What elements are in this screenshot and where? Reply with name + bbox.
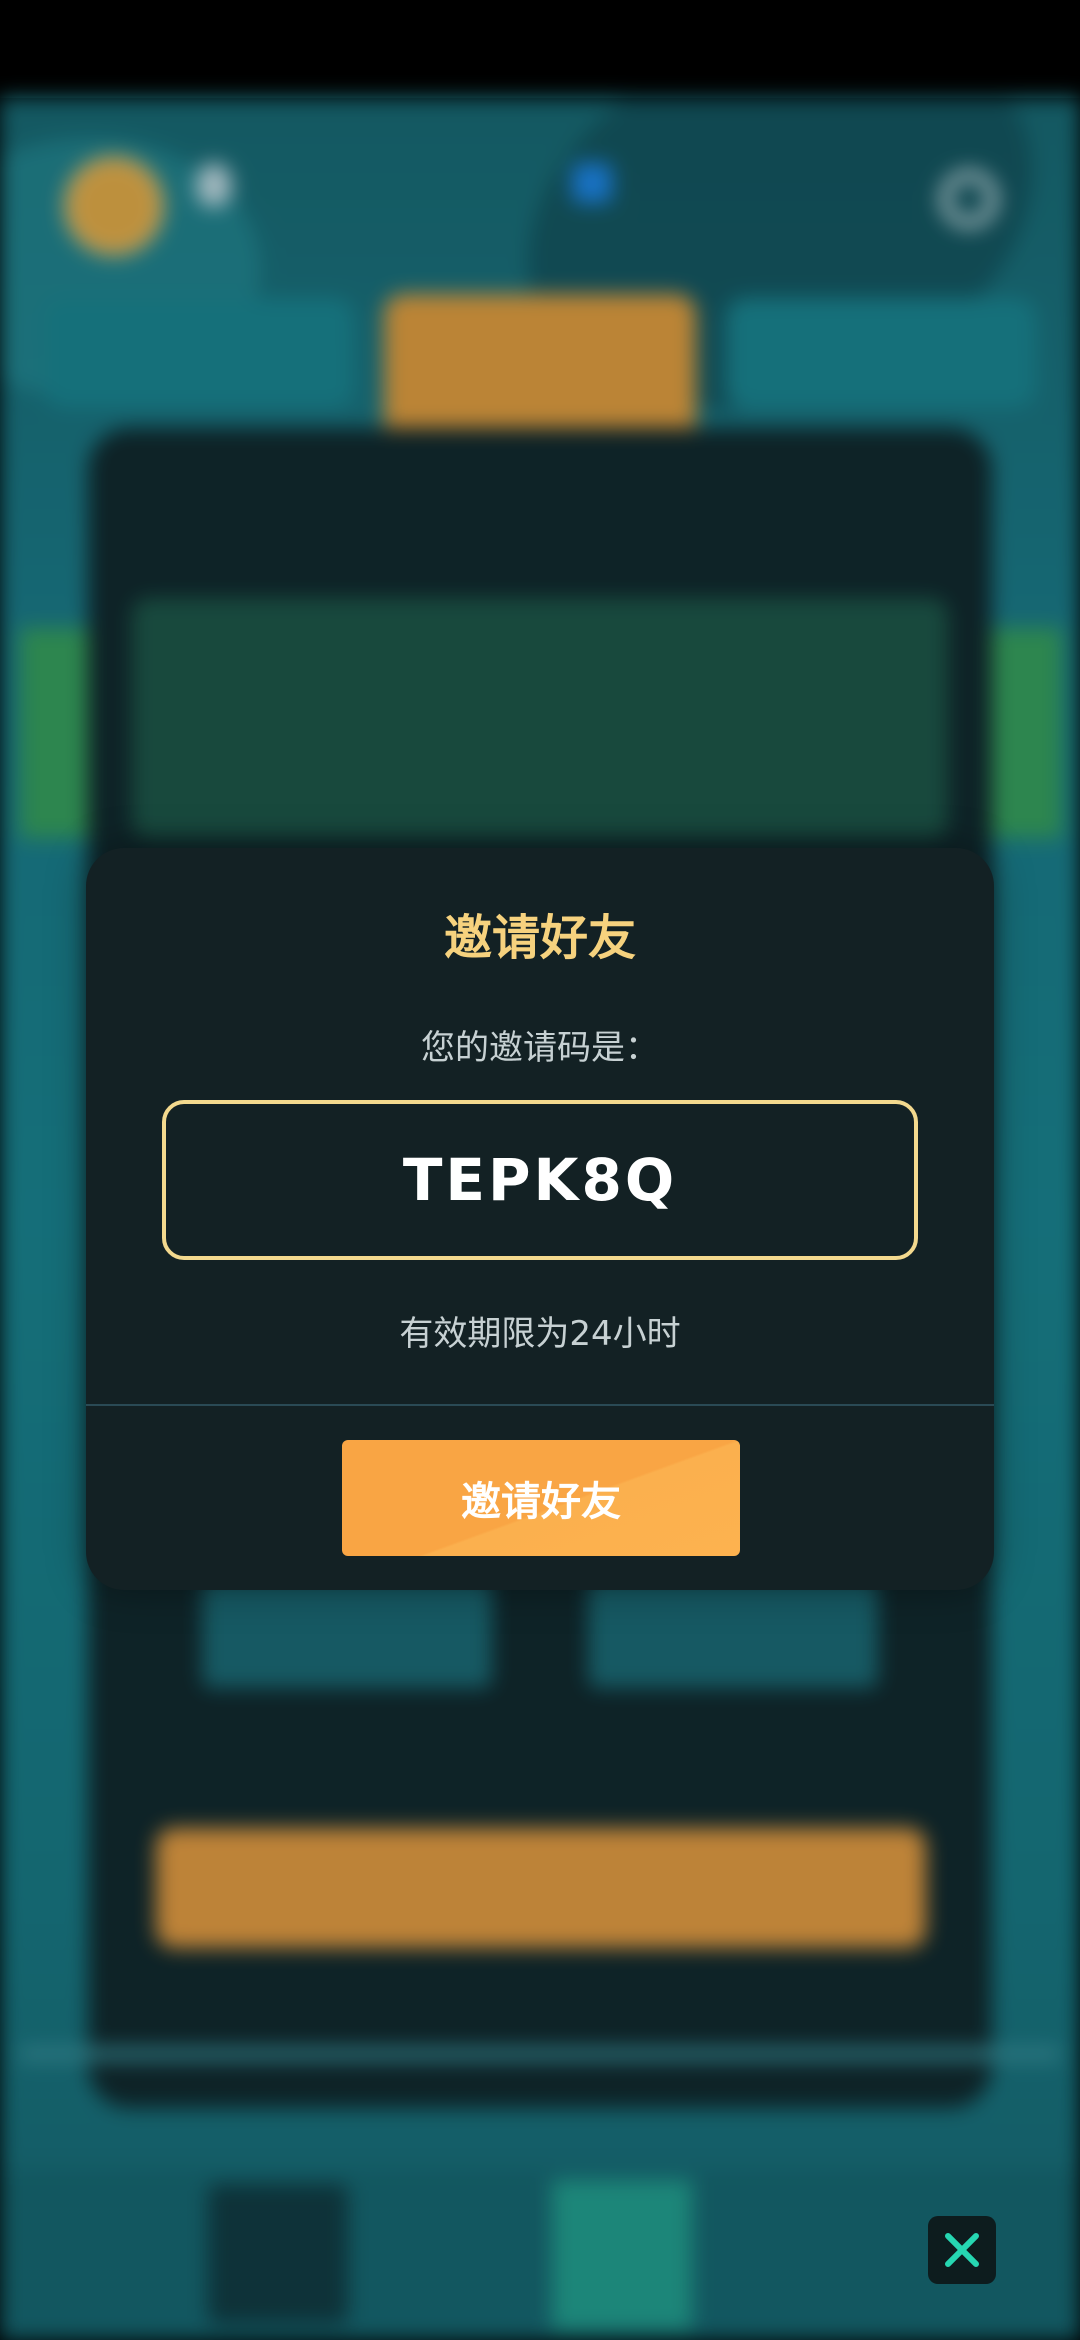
validity-note: 有效期限为24小时 bbox=[399, 1314, 681, 1354]
close-button[interactable] bbox=[928, 2216, 996, 2284]
close-icon bbox=[945, 2233, 979, 2267]
dialog-divider bbox=[86, 1404, 994, 1406]
invite-friends-button[interactable]: 邀请好友 bbox=[342, 1440, 740, 1556]
invite-code-box[interactable]: TEPK8Q bbox=[162, 1100, 918, 1260]
dialog-title: 邀请好友 bbox=[443, 910, 636, 966]
invite-code[interactable]: TEPK8Q bbox=[403, 1146, 677, 1214]
invite-code-label: 您的邀请码是： bbox=[421, 1028, 659, 1068]
invite-dialog: 邀请好友 您的邀请码是： TEPK8Q 有效期限为24小时 邀请好友 bbox=[86, 848, 994, 1590]
screen: 邀请好友 您的邀请码是： TEPK8Q 有效期限为24小时 邀请好友 bbox=[0, 0, 1080, 2340]
status-bar bbox=[0, 0, 1080, 98]
